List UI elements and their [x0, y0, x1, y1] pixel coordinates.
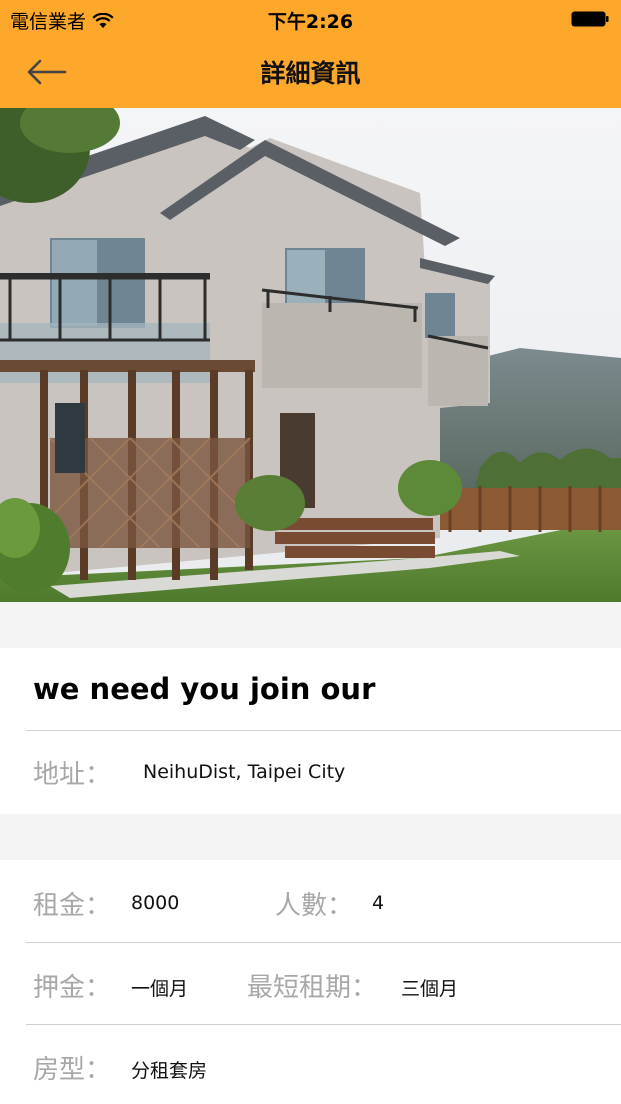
- deposit-value: 一個月: [131, 978, 189, 1000]
- divider: [26, 1024, 621, 1025]
- status-bar: 電信業者 下午2:26: [0, 0, 621, 38]
- room-type-value: 分租套房: [131, 1060, 208, 1082]
- status-time: 下午2:26: [267, 11, 354, 33]
- room-type-label: 房型：: [33, 1055, 112, 1085]
- divider: [26, 730, 621, 731]
- min-term-value: 三個月: [401, 978, 459, 1000]
- rent-label: 租金：: [33, 891, 112, 921]
- app-header: 電信業者 下午2:26 詳細資訊: [0, 0, 621, 108]
- address-value: NeihuDist, Taipei City: [143, 761, 346, 783]
- listing-details: 租金： 8000 人數： 4 押金： 一個月 最短租期： 三個月 房型： 分租套…: [0, 860, 621, 1104]
- page-title: 詳細資訊: [260, 59, 361, 88]
- house-photo: [0, 108, 621, 602]
- address-label: 地址：: [33, 760, 112, 790]
- navigation-bar: 詳細資訊: [0, 40, 621, 106]
- people-label: 人數：: [275, 891, 354, 921]
- divider: [26, 942, 621, 943]
- deposit-label: 押金：: [33, 973, 112, 1003]
- min-term-label: 最短租期：: [247, 973, 378, 1003]
- rent-value: 8000: [131, 892, 180, 914]
- battery-icon: [571, 11, 609, 27]
- listing-title: we need you join our: [33, 672, 376, 706]
- people-value: 4: [372, 892, 385, 914]
- listing-summary: we need you join our 地址： NeihuDist, Taip…: [0, 648, 621, 814]
